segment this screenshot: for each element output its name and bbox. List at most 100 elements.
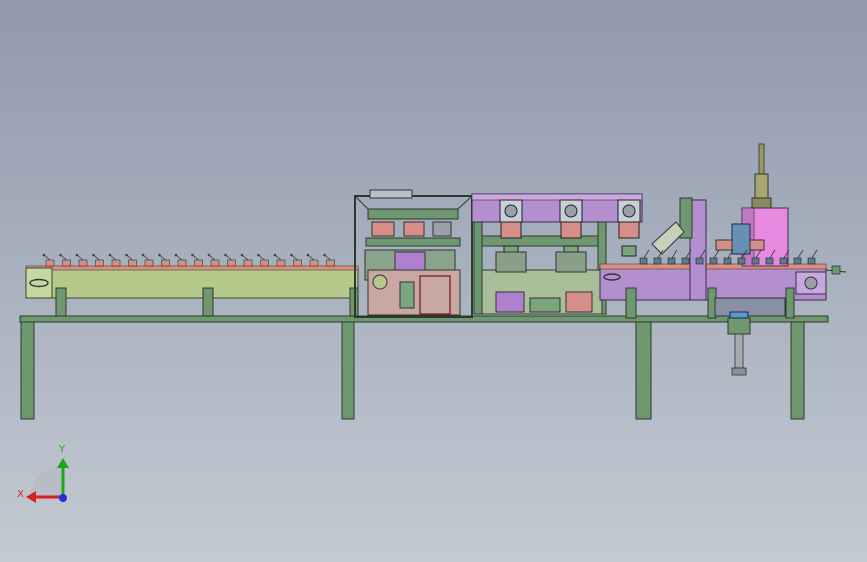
portal-inner-block <box>432 221 452 237</box>
workpiece-fixture-row <box>42 253 335 267</box>
fixture-knob <box>224 253 227 257</box>
fixture-block <box>681 257 690 265</box>
fixture-knob <box>306 253 310 257</box>
fixture-block <box>326 259 335 267</box>
fixture-block <box>807 257 816 265</box>
portal-inner-block <box>403 221 425 237</box>
fixture-knob <box>141 253 145 257</box>
fixture-knob <box>75 253 79 257</box>
fixture-block <box>210 259 220 267</box>
portal-top-beam <box>367 208 459 220</box>
fixture-block <box>667 257 676 265</box>
fixture-block <box>709 257 718 265</box>
portal-motor <box>399 281 415 309</box>
fixture-block <box>653 257 662 265</box>
station-base-block <box>565 291 593 313</box>
x-axis-label: X <box>17 489 24 500</box>
clamp-body <box>731 223 751 255</box>
fixture-block <box>695 257 704 265</box>
y-axis-label: Y <box>59 444 66 455</box>
clamp-jaw <box>715 239 733 251</box>
fixture-block <box>177 259 187 267</box>
base-leg <box>635 321 652 420</box>
y-arrow <box>57 458 69 468</box>
right-end-disc <box>804 276 818 290</box>
fixture-knob <box>174 253 178 257</box>
fixture-knob <box>273 253 277 257</box>
station-clamp <box>555 251 587 273</box>
fixture-knob <box>323 253 326 257</box>
fixture-block <box>45 259 55 267</box>
fixture-knob <box>42 253 46 257</box>
conveyor-belt <box>25 267 359 299</box>
lower-actuator-block <box>727 317 751 335</box>
fixture-block <box>144 259 154 267</box>
fixture-knob <box>257 253 260 257</box>
right-support <box>625 287 637 319</box>
station-base-block <box>529 297 561 313</box>
portal-diag <box>354 195 369 210</box>
spindle-shaft <box>758 143 765 175</box>
fixture-knob <box>158 253 161 257</box>
fixture-knob <box>191 253 194 257</box>
conveyor-edge <box>25 265 359 271</box>
press-head-disc <box>504 204 518 218</box>
fixture-knob <box>125 253 128 257</box>
press-cylinder <box>618 221 640 239</box>
fixture-block <box>779 257 788 265</box>
fixture-block <box>78 259 88 267</box>
cad-viewport[interactable]: Y X <box>0 0 867 562</box>
fixture-knob <box>108 253 112 257</box>
base-frame <box>19 315 829 420</box>
fixture-knob <box>59 253 62 257</box>
fixture-pin <box>797 249 804 259</box>
fixture-block <box>793 257 802 265</box>
fixture-block <box>111 259 121 267</box>
fixture-block <box>309 259 319 267</box>
press-head-disc <box>564 204 578 218</box>
fixture-block <box>243 259 253 267</box>
base-leg <box>20 321 35 420</box>
fixture-block <box>765 257 774 265</box>
slant-guide <box>651 221 685 255</box>
press-head-row <box>499 199 641 257</box>
fixture-block <box>737 257 746 265</box>
fixture-block <box>194 259 203 267</box>
station-base-block <box>495 291 525 313</box>
press-cylinder <box>500 221 522 239</box>
z-axis-dot <box>59 494 67 502</box>
portal-top-plate <box>369 189 413 199</box>
fixture-block <box>95 259 104 267</box>
base-leg <box>790 321 805 420</box>
portal-diag <box>457 195 473 210</box>
clamp-jaw <box>749 239 765 251</box>
fixture-pin <box>713 249 720 259</box>
fixture-block <box>723 257 732 265</box>
lower-actuator-rod <box>734 333 744 369</box>
fixture-block <box>751 257 760 265</box>
machine-assembly[interactable] <box>0 0 867 562</box>
fixture-block <box>293 259 302 267</box>
portal-mid-beam <box>365 237 461 247</box>
press-head-disc <box>622 204 636 218</box>
right-lower <box>714 297 786 317</box>
station-clamp <box>495 251 527 273</box>
conveyor-support <box>55 287 67 317</box>
fixture-block <box>62 259 71 267</box>
lower-actuator-top <box>729 311 749 319</box>
fixture-pin <box>671 249 678 259</box>
conveyor-support <box>202 287 214 317</box>
right-out-stop <box>831 265 841 275</box>
spindle-nut <box>751 197 772 209</box>
portal-frame <box>354 189 473 318</box>
base-leg <box>341 321 355 420</box>
fixture-block <box>276 259 286 267</box>
left-conveyor <box>25 253 359 317</box>
press-cylinder <box>560 221 582 239</box>
fixture-block <box>227 259 236 267</box>
fixture-block <box>161 259 170 267</box>
fixture-knob <box>240 253 244 257</box>
right-fixture-row <box>639 249 818 265</box>
station-post <box>473 221 483 315</box>
portal-inner-block <box>371 221 395 237</box>
